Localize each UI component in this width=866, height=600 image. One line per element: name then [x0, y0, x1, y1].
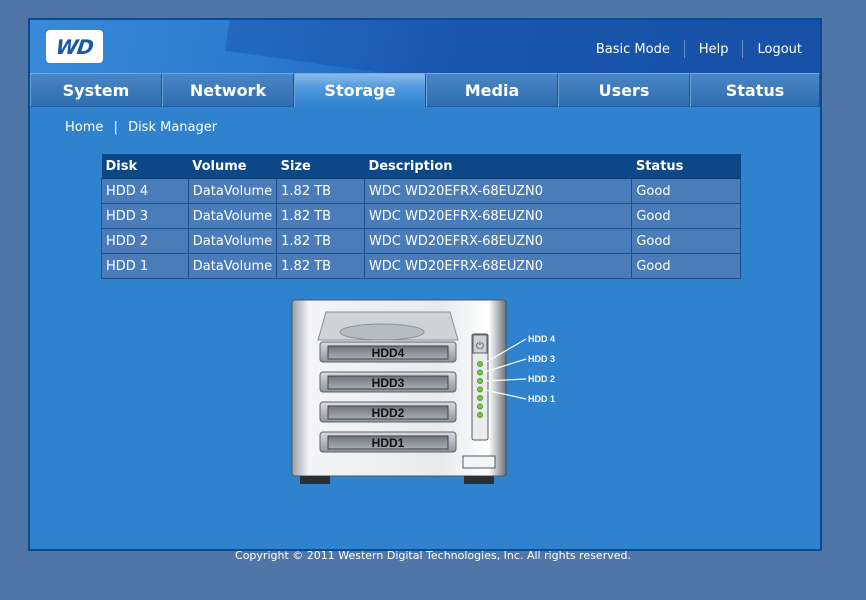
status-led [477, 412, 483, 418]
tab-system[interactable]: System [30, 73, 162, 107]
logout-link[interactable]: Logout [757, 42, 802, 57]
bay-label: HDD2 [372, 406, 405, 420]
bay-label: HDD3 [372, 376, 405, 390]
column-header-size: Size [276, 154, 365, 179]
cell-size: 1.82 TB [276, 253, 365, 279]
nas-device-diagram: HDD4 HDD3 HDD2 HDD1 ⏻ HDD 4 HDD 3 HDD 2 HDD… [291, 299, 555, 484]
tab-users[interactable]: Users [558, 73, 690, 107]
led-callout-label: HDD 3 [528, 354, 555, 364]
bay-label: HDD4 [372, 346, 405, 360]
tab-storage[interactable]: Storage [294, 73, 426, 107]
tab-media[interactable]: Media [426, 73, 558, 107]
column-header-volume: Volume [188, 154, 277, 179]
disk-platter-icon [339, 323, 425, 341]
cell-description: WDC WD20EFRX-68EUZN0 [363, 228, 633, 254]
led-callout-label: HDD 4 [528, 334, 555, 344]
led-callout-label: HDD 1 [528, 394, 555, 404]
drive-bay-hdd4: HDD4 [319, 341, 457, 363]
link-divider [683, 40, 685, 58]
status-led [477, 386, 483, 393]
breadcrumb-separator: | [113, 120, 118, 135]
basic-mode-link[interactable]: Basic Mode [596, 42, 670, 57]
cell-status: Good [631, 203, 741, 229]
status-led [477, 403, 483, 410]
cell-size: 1.82 TB [276, 178, 365, 204]
main-nav: System Network Storage Media Users Statu… [30, 73, 820, 107]
cell-size: 1.82 TB [276, 203, 365, 229]
column-header-description: Description [364, 154, 632, 179]
cell-disk: HDD 3 [101, 203, 189, 229]
led-callout-label: HDD 2 [528, 374, 555, 384]
wd-logo-text: WD [54, 34, 95, 59]
table-row[interactable]: HDD 3 DataVolume 1.82 TB WDC WD20EFRX-68… [101, 203, 741, 229]
cell-status: Good [631, 178, 741, 204]
status-led [477, 395, 483, 401]
help-link[interactable]: Help [699, 42, 729, 57]
cell-volume: DataVolume [187, 178, 278, 204]
cell-description: WDC WD20EFRX-68EUZN0 [363, 203, 633, 229]
top-links: Basic Mode Help Logout [596, 40, 802, 58]
main-frame: WD Basic Mode Help Logout System Network… [28, 18, 822, 551]
cell-description: WDC WD20EFRX-68EUZN0 [363, 253, 633, 279]
cell-status: Good [631, 253, 741, 279]
tab-network[interactable]: Network [162, 73, 294, 107]
cell-disk: HDD 4 [101, 178, 189, 204]
header: WD Basic Mode Help Logout [30, 20, 820, 73]
cell-disk: HDD 1 [101, 253, 189, 279]
footer-copyright: Copyright © 2011 Western Digital Technol… [235, 549, 631, 562]
column-header-status: Status [631, 154, 741, 179]
device-foot-right [464, 476, 494, 484]
cell-size: 1.82 TB [276, 228, 365, 254]
drive-bay-hdd1: HDD1 [319, 431, 457, 453]
cell-volume: DataVolume [187, 203, 278, 229]
drive-bay-hdd3: HDD3 [319, 371, 457, 393]
cell-description: WDC WD20EFRX-68EUZN0 [363, 178, 633, 204]
link-divider [742, 40, 744, 58]
device-foot-left [300, 476, 330, 484]
usb-port [462, 455, 496, 469]
cell-status: Good [631, 228, 741, 254]
cell-volume: DataVolume [187, 228, 278, 254]
cell-disk: HDD 2 [101, 228, 189, 254]
wd-logo[interactable]: WD [46, 30, 103, 63]
status-led [477, 361, 483, 367]
power-glyph: ⏻ [476, 341, 484, 352]
tab-status[interactable]: Status [690, 73, 820, 107]
table-row[interactable]: HDD 1 DataVolume 1.82 TB WDC WD20EFRX-68… [101, 253, 741, 279]
table-header-row: Disk Volume Size Description Status [101, 154, 741, 179]
breadcrumb-home[interactable]: Home [65, 120, 103, 135]
breadcrumb-current: Disk Manager [128, 120, 218, 135]
column-header-disk: Disk [101, 154, 189, 179]
table-row[interactable]: HDD 2 DataVolume 1.82 TB WDC WD20EFRX-68… [101, 228, 741, 254]
disk-table: Disk Volume Size Description Status HDD … [101, 154, 741, 279]
bay-label: HDD1 [372, 436, 405, 450]
breadcrumb: Home | Disk Manager [65, 120, 217, 135]
status-led [477, 369, 483, 376]
status-led [477, 378, 483, 384]
table-row[interactable]: HDD 4 DataVolume 1.82 TB WDC WD20EFRX-68… [101, 178, 741, 204]
cell-volume: DataVolume [187, 253, 278, 279]
drive-bay-hdd2: HDD2 [319, 401, 457, 423]
